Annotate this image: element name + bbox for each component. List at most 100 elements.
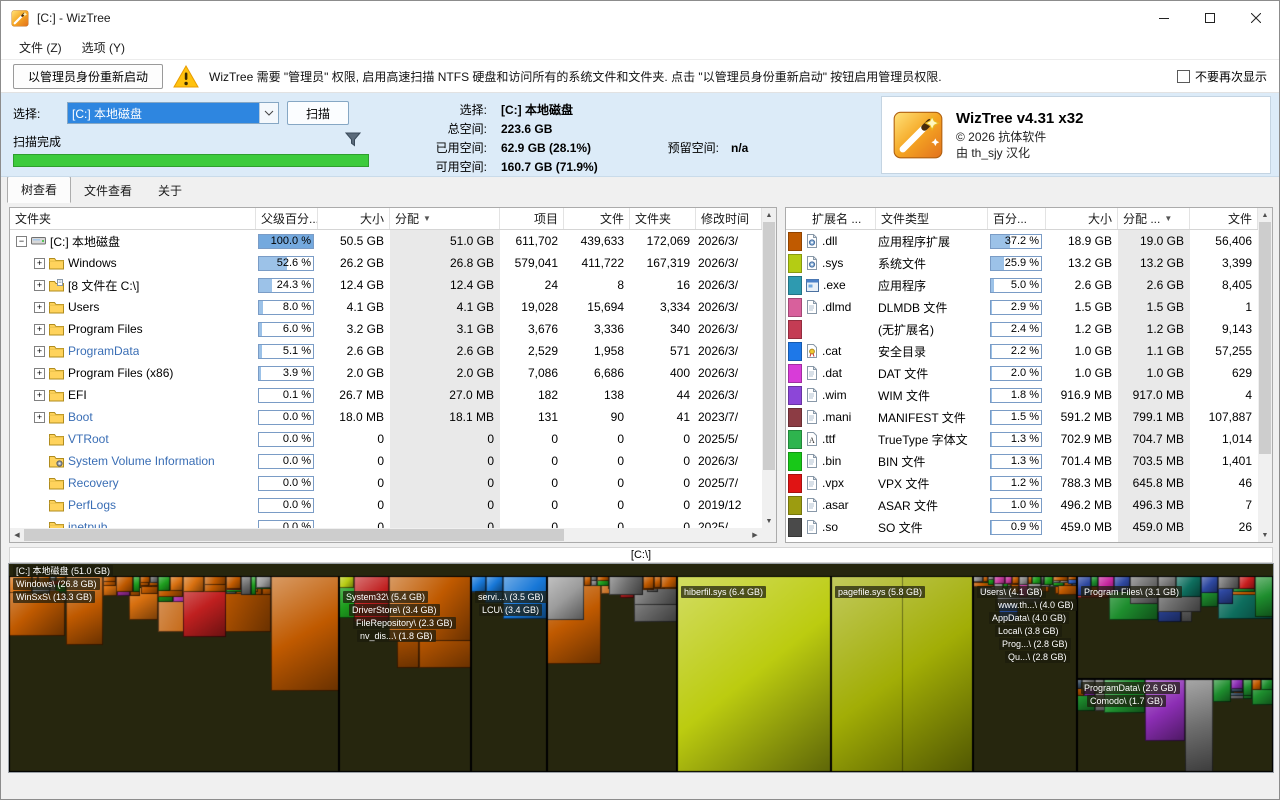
color-swatch <box>788 342 802 361</box>
ext-cell-size: 1.2 GB <box>1046 318 1118 340</box>
folder-cell-allocated: 12.4 GB <box>390 274 500 296</box>
collapse-icon[interactable]: − <box>16 236 27 247</box>
ext-col-header-file-type[interactable]: 文件类型 <box>876 208 988 229</box>
scrollbar-thumb[interactable] <box>24 529 564 541</box>
restart-admin-button[interactable]: 以管理员身份重新启动 <box>13 64 163 89</box>
ext-row[interactable]: .cat安全目录2.2 %1.0 GB1.1 GB57,255 <box>786 340 1272 362</box>
tab-tree-view[interactable]: 树查看 <box>7 176 71 203</box>
expand-icon[interactable]: + <box>34 280 45 291</box>
menu-options[interactable]: 选项 (Y) <box>72 37 135 58</box>
ext-row[interactable]: .sys系统文件25.9 %13.2 GB13.2 GB3,399 <box>786 252 1272 274</box>
ext-row[interactable]: .asarASAR 文件1.0 %496.2 MB496.3 MB7 <box>786 494 1272 516</box>
folder-row[interactable]: Recovery0.0 %000002025/7/ <box>10 472 776 494</box>
percent-bar: 1.3 % <box>990 454 1042 469</box>
treemap[interactable]: [C:] 本地磁盘 (51.0 GB)Windows\ (26.8 GB)Win… <box>8 563 1274 773</box>
folder-cell-items: 131 <box>500 406 564 428</box>
folder-row[interactable]: inetpub0.0 %000002025/ <box>10 516 776 528</box>
ext-row[interactable]: .dlmdDLMDB 文件2.9 %1.5 GB1.5 GB1 <box>786 296 1272 318</box>
folder-col-header-items[interactable]: 项目 <box>500 208 564 229</box>
folder-cell-items: 579,041 <box>500 252 564 274</box>
folder-row[interactable]: +Program Files6.0 %3.2 GB3.1 GB3,6763,33… <box>10 318 776 340</box>
folder-row[interactable]: +[8 文件在 C:\]24.3 %12.4 GB12.4 GB24816202… <box>10 274 776 296</box>
extension-name: .sys <box>822 256 843 270</box>
folder-row[interactable]: PerfLogs0.0 %000002019/12 <box>10 494 776 516</box>
extension-vertical-scrollbar[interactable]: ▲ ▼ <box>1258 208 1272 542</box>
scroll-left-icon[interactable]: ◀ <box>10 528 24 542</box>
folder-icon <box>49 521 64 529</box>
ext-col-header-extension[interactable]: 扩展名 ... <box>786 208 876 229</box>
ext-row[interactable]: .dll应用程序扩展37.2 %18.9 GB19.0 GB56,406 <box>786 230 1272 252</box>
folder-cell-items: 611,702 <box>500 230 564 252</box>
menu-file[interactable]: 文件 (Z) <box>9 37 72 58</box>
close-button[interactable] <box>1233 1 1279 35</box>
scroll-up-icon[interactable]: ▲ <box>762 208 776 222</box>
ext-col-header-allocated[interactable]: 分配 ...▼ <box>1118 208 1190 229</box>
ext-row[interactable]: .vpxVPX 文件1.2 %788.3 MB645.8 MB46 <box>786 472 1272 494</box>
treemap-canvas[interactable] <box>9 564 1273 772</box>
folder-col-header-files[interactable]: 文件 <box>564 208 630 229</box>
minimize-button[interactable] <box>1141 1 1187 35</box>
percent-bar-fill <box>991 257 1004 270</box>
folder-col-header-folder[interactable]: 文件夹 <box>10 208 256 229</box>
checkbox-box-icon[interactable] <box>1177 70 1190 83</box>
scroll-down-icon[interactable]: ▼ <box>1258 528 1272 542</box>
folder-row[interactable]: VTRoot0.0 %000002025/5/ <box>10 428 776 450</box>
tab-about[interactable]: 关于 <box>145 178 195 203</box>
ext-row[interactable]: .maniMANIFEST 文件1.5 %591.2 MB799.1 MB107… <box>786 406 1272 428</box>
ext-col-header-files[interactable]: 文件 <box>1190 208 1258 229</box>
folder-row[interactable]: +EFI0.1 %26.7 MB27.0 MB182138442026/3/ <box>10 384 776 406</box>
folder-row[interactable]: +ProgramData5.1 %2.6 GB2.6 GB2,5291,9585… <box>10 340 776 362</box>
folder-row[interactable]: System Volume Information0.0 %000002026/… <box>10 450 776 472</box>
reserved-space-label: 预留空间: <box>651 139 731 156</box>
chevron-down-icon[interactable] <box>259 103 278 123</box>
scroll-down-icon[interactable]: ▼ <box>762 514 776 528</box>
expand-icon[interactable]: + <box>34 412 45 423</box>
folder-col-header-modified[interactable]: 修改时间 <box>696 208 762 229</box>
filter-icon[interactable] <box>345 132 361 147</box>
expand-icon[interactable]: + <box>34 258 45 269</box>
folder-row[interactable]: +Boot0.0 %18.0 MB18.1 MB13190412023/7/ <box>10 406 776 428</box>
expand-icon[interactable]: + <box>34 390 45 401</box>
folder-col-header-parent-percent[interactable]: 父级百分... <box>256 208 318 229</box>
expand-icon[interactable]: + <box>34 368 45 379</box>
tab-file-view[interactable]: 文件查看 <box>71 178 145 203</box>
scroll-right-icon[interactable]: ▶ <box>748 528 762 542</box>
percent-bar: 6.0 % <box>258 322 314 337</box>
ext-cell-color <box>786 428 804 450</box>
ext-row[interactable]: .wimWIM 文件1.8 %916.9 MB917.0 MB4 <box>786 384 1272 406</box>
folder-horizontal-scrollbar[interactable]: ◀ ▶ <box>10 528 762 542</box>
drive-combobox[interactable]: [C:] 本地磁盘 <box>67 102 279 124</box>
maximize-button[interactable] <box>1187 1 1233 35</box>
scrollbar-thumb[interactable] <box>1259 222 1271 454</box>
percent-bar-fill <box>991 323 992 336</box>
dismiss-checkbox[interactable]: 不要再次显示 <box>1177 68 1267 85</box>
drive-combobox-value: [C:] 本地磁盘 <box>68 103 259 123</box>
ext-row[interactable]: .exe应用程序5.0 %2.6 GB2.6 GB8,405 <box>786 274 1272 296</box>
ext-row[interactable]: .soSO 文件0.9 %459.0 MB459.0 MB26 <box>786 516 1272 538</box>
ext-row[interactable]: .binBIN 文件1.3 %701.4 MB703.5 MB1,401 <box>786 450 1272 472</box>
folder-name: EFI <box>68 388 87 402</box>
folder-col-header-allocated[interactable]: 分配▼ <box>390 208 500 229</box>
folder-row[interactable]: +Users8.0 %4.1 GB4.1 GB19,02815,6943,334… <box>10 296 776 318</box>
percent-text: 0.0 % <box>283 433 311 446</box>
folder-vertical-scrollbar[interactable]: ▲ ▼ <box>762 208 776 528</box>
ext-cell-color <box>786 406 804 428</box>
scan-button[interactable]: 扫描 <box>287 101 349 125</box>
expand-icon[interactable]: + <box>34 346 45 357</box>
ext-col-header-size[interactable]: 大小 <box>1046 208 1118 229</box>
ext-row[interactable]: (无扩展名)2.4 %1.2 GB1.2 GB9,143 <box>786 318 1272 340</box>
ext-col-header-percent[interactable]: 百分... <box>988 208 1046 229</box>
folder-row[interactable]: +Windows52.6 %26.2 GB26.8 GB579,041411,7… <box>10 252 776 274</box>
folder-row[interactable]: +Program Files (x86)3.9 %2.0 GB2.0 GB7,0… <box>10 362 776 384</box>
expand-icon[interactable]: + <box>34 302 45 313</box>
scrollbar-thumb[interactable] <box>763 222 775 470</box>
expand-icon[interactable]: + <box>34 324 45 335</box>
ext-row[interactable]: .datDAT 文件2.0 %1.0 GB1.0 GB629 <box>786 362 1272 384</box>
folder-col-header-folder-count[interactable]: 文件夹 <box>630 208 696 229</box>
scroll-up-icon[interactable]: ▲ <box>1258 208 1272 222</box>
folder-col-header-size[interactable]: 大小 <box>318 208 390 229</box>
percent-text: 1.5 % <box>1011 411 1039 424</box>
ext-row[interactable]: A.ttfTrueType 字体文1.3 %702.9 MB704.7 MB1,… <box>786 428 1272 450</box>
folder-cell-size: 2.6 GB <box>318 340 390 362</box>
folder-row[interactable]: −[C:] 本地磁盘100.0 %50.5 GB51.0 GB611,70243… <box>10 230 776 252</box>
